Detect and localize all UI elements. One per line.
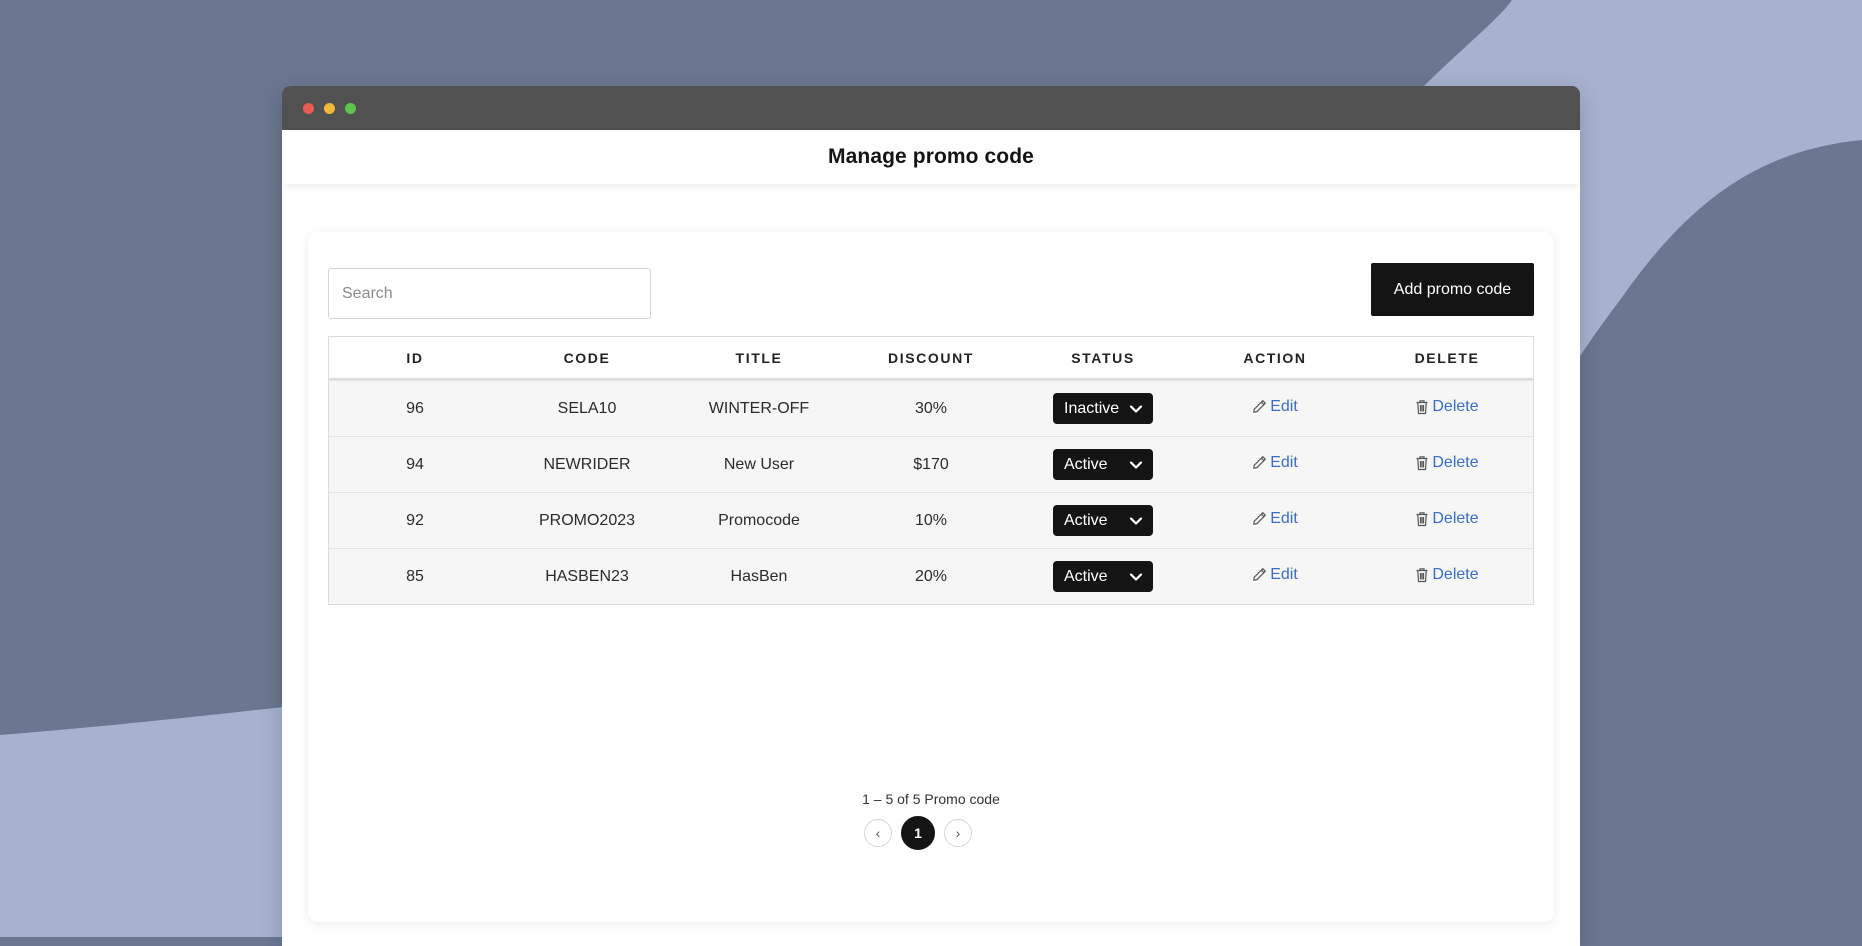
pagination: ‹ 1 › <box>864 816 972 850</box>
pagination-page-button[interactable]: 1 <box>901 816 935 850</box>
delete-link[interactable]: Delete <box>1415 509 1479 528</box>
cell-status: Active <box>1017 449 1189 480</box>
trash-icon <box>1416 399 1428 414</box>
delete-link[interactable]: Delete <box>1415 565 1479 584</box>
cell-status: Active <box>1017 505 1189 536</box>
delete-link[interactable]: Delete <box>1415 397 1479 416</box>
chevron-down-icon <box>1129 572 1143 581</box>
column-header-delete: DELETE <box>1414 349 1480 366</box>
edit-link[interactable]: Edit <box>1252 566 1298 584</box>
add-promo-code-button[interactable]: Add promo code <box>1371 263 1534 316</box>
trash-icon <box>1416 511 1428 526</box>
app-header: Manage promo code <box>282 130 1580 184</box>
cell-action: Edit <box>1189 398 1361 420</box>
pagination-summary: 1 – 5 of 5 Promo code <box>862 791 1000 807</box>
delete-label: Delete <box>1432 397 1479 415</box>
cell-id: 96 <box>406 399 424 417</box>
edit-link[interactable]: Edit <box>1252 398 1298 416</box>
cell-discount: 20% <box>914 567 948 585</box>
cell-id: 94 <box>406 455 424 473</box>
column-header-discount: DISCOUNT <box>888 349 974 366</box>
status-label: Active <box>1064 455 1108 473</box>
table-header-row: ID CODE TITLE DISCOUNT STATUS ACTION DEL… <box>329 337 1533 380</box>
cell-discount: $170 <box>913 455 949 473</box>
cell-id: 92 <box>406 511 424 529</box>
column-header-id: ID <box>406 349 424 366</box>
cell-discount: 10% <box>914 511 948 529</box>
cell-id: 85 <box>406 567 424 585</box>
page-title: Manage promo code <box>828 145 1034 168</box>
cell-delete: Delete <box>1361 566 1533 588</box>
delete-label: Delete <box>1432 509 1479 527</box>
promo-code-table: ID CODE TITLE DISCOUNT STATUS ACTION DEL… <box>328 336 1534 605</box>
column-header-action: ACTION <box>1243 349 1307 366</box>
pencil-icon <box>1253 568 1267 582</box>
cell-action: Edit <box>1189 566 1361 588</box>
chevron-down-icon <box>1129 404 1143 413</box>
chevron-down-icon <box>1129 516 1143 525</box>
edit-label: Edit <box>1270 509 1298 527</box>
cell-code: HASBEN23 <box>545 567 629 585</box>
status-dropdown[interactable]: Active <box>1053 505 1153 536</box>
cell-status: Inactive <box>1017 393 1189 424</box>
cell-code: NEWRIDER <box>543 455 631 473</box>
pencil-icon <box>1253 512 1267 526</box>
status-dropdown[interactable]: Active <box>1053 561 1153 592</box>
cell-delete: Delete <box>1361 510 1533 532</box>
pencil-icon <box>1253 400 1267 414</box>
search-input[interactable] <box>328 268 651 319</box>
trash-icon <box>1416 455 1428 470</box>
pagination-next-button[interactable]: › <box>944 819 972 847</box>
status-dropdown[interactable]: Active <box>1053 449 1153 480</box>
cell-title: New User <box>723 455 795 473</box>
edit-label: Edit <box>1270 565 1298 583</box>
delete-label: Delete <box>1432 565 1479 583</box>
status-dropdown[interactable]: Inactive <box>1053 393 1153 424</box>
cell-code: SELA10 <box>557 399 617 417</box>
table-row: 96 SELA10 WINTER-OFF 30% Inactive Edit D… <box>329 380 1533 436</box>
cell-code: PROMO2023 <box>538 511 636 529</box>
column-header-status: STATUS <box>1071 349 1135 366</box>
table-row: 94 NEWRIDER New User $170 Active Edit De… <box>329 436 1533 492</box>
pagination-prev-button[interactable]: ‹ <box>864 819 892 847</box>
edit-label: Edit <box>1270 397 1298 415</box>
chevron-down-icon <box>1129 460 1143 469</box>
status-label: Inactive <box>1064 399 1120 417</box>
cell-action: Edit <box>1189 454 1361 476</box>
table-row: 92 PROMO2023 Promocode 10% Active Edit D… <box>329 492 1533 548</box>
edit-label: Edit <box>1270 453 1298 471</box>
delete-link[interactable]: Delete <box>1415 453 1479 472</box>
table-row: 85 HASBEN23 HasBen 20% Active Edit Delet… <box>329 548 1533 604</box>
delete-label: Delete <box>1432 453 1479 471</box>
cell-title: WINTER-OFF <box>708 399 810 417</box>
trash-icon <box>1416 567 1428 582</box>
column-header-title: TITLE <box>735 349 783 366</box>
column-header-code: CODE <box>563 349 611 366</box>
status-label: Active <box>1064 511 1108 529</box>
edit-link[interactable]: Edit <box>1252 510 1298 528</box>
cell-title: Promocode <box>718 511 800 529</box>
cell-action: Edit <box>1189 510 1361 532</box>
cell-delete: Delete <box>1361 454 1533 476</box>
status-label: Active <box>1064 567 1108 585</box>
cell-title: HasBen <box>730 567 788 585</box>
cell-status: Active <box>1017 561 1189 592</box>
cell-delete: Delete <box>1361 398 1533 420</box>
pencil-icon <box>1253 456 1267 470</box>
edit-link[interactable]: Edit <box>1252 454 1298 472</box>
cell-discount: 30% <box>914 399 948 417</box>
